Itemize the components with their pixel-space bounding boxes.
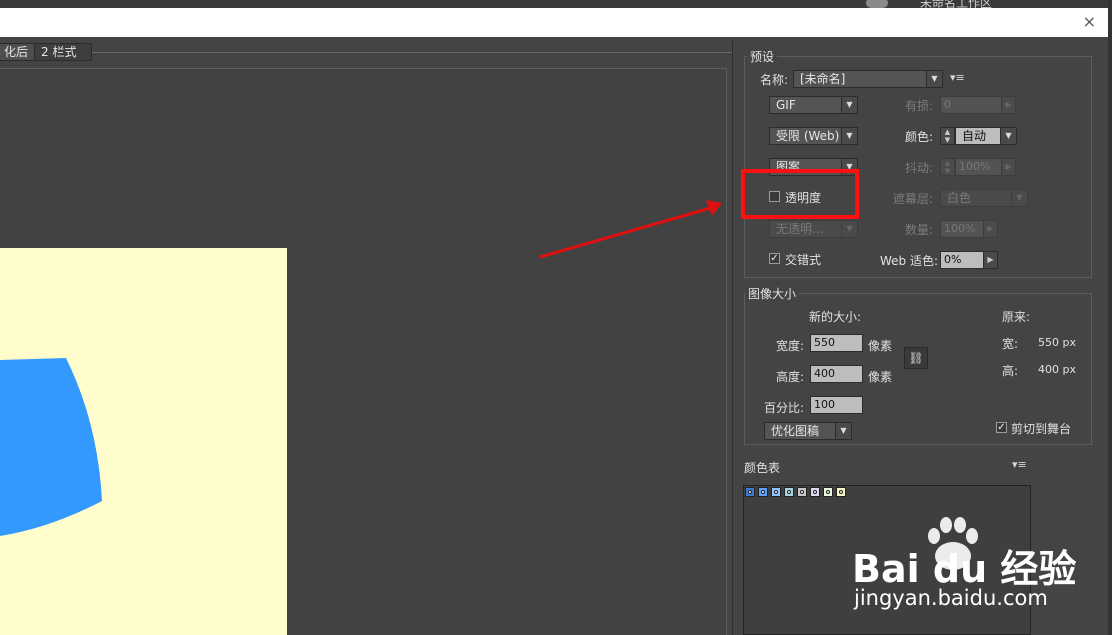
dither-input[interactable]: 100%	[955, 158, 1002, 176]
width-input[interactable]: 550	[810, 334, 863, 352]
clip-to-stage-label: 剪切到舞台	[1011, 422, 1072, 436]
percent-label: 百分比:	[764, 401, 805, 415]
original-label: 原来:	[1002, 310, 1031, 324]
chevron-down-icon: ▼	[1000, 128, 1016, 144]
colors-spin-icon[interactable]: ▲ ▼	[940, 127, 955, 145]
tab-optimized[interactable]: 化后	[0, 43, 36, 61]
dither-label: 抖动:	[905, 161, 934, 175]
amount-arrow-icon[interactable]: ▶	[983, 220, 998, 238]
transparency-dither-value: 无透明...	[776, 222, 824, 236]
colors-value: 自动	[962, 129, 987, 143]
format-value: GIF	[776, 98, 796, 112]
color-swatch[interactable]	[823, 487, 833, 497]
chevron-down-icon: ▼	[835, 423, 851, 439]
annotation-arrow	[539, 200, 722, 259]
workspace-icon[interactable]	[866, 0, 888, 8]
lossy-label: 有损:	[905, 99, 934, 113]
chevron-down-icon: ▼	[1011, 190, 1027, 206]
interlaced-checkbox[interactable]: ✓	[769, 253, 780, 264]
matte-dropdown[interactable]: 白色 ▼	[940, 189, 1028, 207]
websnap-label: Web 适色:	[880, 254, 939, 268]
color-swatch[interactable]	[797, 487, 807, 497]
width-unit: 像素	[868, 339, 893, 353]
color-swatch[interactable]	[758, 487, 768, 497]
chevron-down-icon: ▼	[841, 97, 857, 113]
color-swatch[interactable]	[836, 487, 846, 497]
orig-width-value: 550 px	[1038, 336, 1076, 349]
blue-shape-graphic	[0, 358, 102, 536]
matte-label: 遮幕层:	[893, 192, 934, 206]
color-swatch[interactable]	[745, 487, 755, 497]
preset-name-dropdown[interactable]: [未命名] ▼	[793, 70, 943, 88]
percent-input[interactable]: 100	[810, 396, 863, 414]
color-swatch[interactable]	[810, 487, 820, 497]
chevron-down-icon: ▼	[841, 128, 857, 144]
orig-width-label: 宽:	[1002, 337, 1019, 351]
window-edge	[1108, 0, 1112, 635]
quality-dropdown[interactable]: 优化图稿 ▼	[764, 422, 852, 440]
color-table-title: 颜色表	[744, 461, 781, 475]
height-input[interactable]: 400	[810, 365, 863, 383]
tab-divider	[92, 52, 732, 53]
quality-value: 优化图稿	[771, 424, 820, 438]
orig-height-label: 高:	[1002, 364, 1019, 378]
watermark-url: jingyan.baidu.com	[854, 586, 1048, 610]
height-unit: 像素	[868, 370, 893, 384]
clip-to-stage-checkbox[interactable]: ✓	[996, 422, 1007, 433]
chevron-down-icon: ▼	[841, 221, 857, 237]
dither-spin-icon[interactable]: ▲ ▼	[940, 158, 955, 176]
websnap-input[interactable]: 0%	[940, 251, 984, 269]
color-swatch[interactable]	[784, 487, 794, 497]
preset-name-label: 名称:	[760, 73, 789, 87]
height-label: 高度:	[776, 370, 805, 384]
preset-legend: 预设	[747, 48, 778, 65]
preset-name-value: [未命名]	[800, 72, 846, 86]
watermark-brand: Bai du 经验	[852, 547, 1077, 591]
chevron-down-icon: ▼	[926, 71, 942, 87]
format-dropdown[interactable]: GIF ▼	[769, 96, 858, 114]
amount-label: 数量:	[905, 223, 934, 237]
image-size-legend: 图像大小	[745, 285, 800, 302]
colors-label: 颜色:	[905, 130, 934, 144]
dither-arrow-icon[interactable]: ▶	[1001, 158, 1016, 176]
colors-dropdown[interactable]: 自动 ▼	[955, 127, 1017, 145]
dialog-titlebar: ×	[0, 8, 1108, 37]
websnap-arrow-icon[interactable]: ▶	[983, 251, 998, 269]
transparency-dither-dropdown[interactable]: 无透明... ▼	[769, 220, 858, 238]
panel-divider	[732, 40, 733, 635]
interlaced-label: 交错式	[785, 253, 822, 267]
menu-icon[interactable]: ▾≡	[1012, 458, 1027, 471]
menu-icon[interactable]: ▾≡	[950, 71, 965, 84]
highlight-box	[741, 169, 859, 219]
new-size-label: 新的大小:	[809, 310, 862, 324]
orig-height-value: 400 px	[1038, 363, 1076, 376]
palette-dropdown[interactable]: 受限 (Web) ▼	[769, 127, 858, 145]
color-swatch[interactable]	[771, 487, 781, 497]
artboard	[0, 248, 287, 635]
amount-input[interactable]: 100%	[940, 220, 984, 238]
baidu-watermark: Bai du 经验 jingyan.baidu.com	[852, 512, 1076, 612]
link-icon[interactable]: ⛓	[904, 347, 928, 369]
palette-value: 受限 (Web)	[776, 129, 840, 143]
width-label: 宽度:	[776, 339, 805, 353]
close-icon[interactable]: ×	[1083, 13, 1096, 31]
matte-value: 白色	[947, 191, 972, 205]
lossy-arrow-icon[interactable]: ▶	[1001, 96, 1016, 114]
lossy-input[interactable]: 0	[940, 96, 1002, 114]
tab-2-up[interactable]: 2 栏式	[34, 43, 92, 61]
